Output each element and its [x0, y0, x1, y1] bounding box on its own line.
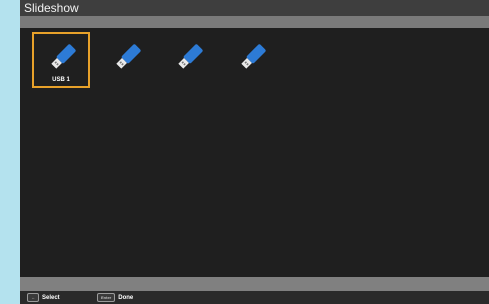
bottom-divider-band [20, 277, 489, 291]
select-hint: ↔ Select [27, 293, 60, 302]
page-title: Slideshow [24, 1, 79, 15]
usb-drive-icon [51, 44, 76, 69]
device-tile[interactable] [159, 32, 217, 88]
status-bar: ↔ Select Enter Done [20, 291, 489, 304]
device-grid: USB 1 [20, 28, 489, 277]
device-label: USB 1 [52, 77, 70, 83]
done-hint-label: Done [118, 294, 134, 301]
select-hint-label: Select [42, 294, 60, 301]
device-tile-usb-1[interactable]: USB 1 [32, 32, 90, 88]
slideshow-screen: Slideshow USB 1 ↔ Select Enter Done [20, 0, 489, 304]
title-bar: Slideshow [20, 0, 489, 16]
usb-drive-icon [116, 44, 141, 69]
usb-drive-icon [178, 44, 203, 69]
done-hint: Enter Done [97, 293, 133, 302]
top-divider-band [20, 16, 489, 28]
usb-drive-icon [241, 44, 266, 69]
enter-key-icon: Enter [97, 293, 116, 302]
device-tile[interactable] [97, 32, 155, 88]
arrow-keys-icon: ↔ [27, 293, 39, 302]
device-tile[interactable] [222, 32, 280, 88]
